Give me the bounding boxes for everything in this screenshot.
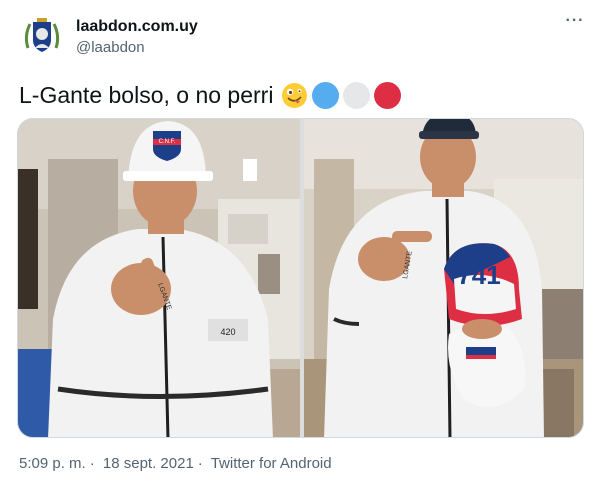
photo-left[interactable]: 420 C.N.F. LGANTE <box>18 119 300 437</box>
tweet-body: L-Gante bolso, o no perri <box>19 81 274 108</box>
tweet-metadata: 5:09 p. m. · 18 sept. 2021 · Twitter for A… <box>19 455 336 472</box>
meta-separator: · <box>89 455 95 472</box>
tweet-date[interactable]: 18 sept. 2021 <box>103 455 194 472</box>
cap-number-text: 741 <box>457 260 500 290</box>
tweet-card: laabdon.com.uy @laabdon ··· L-Gante bols… <box>0 0 600 489</box>
meta-separator: · <box>197 455 203 472</box>
tweet-source[interactable]: Twitter for Android <box>211 455 332 472</box>
photo-right[interactable]: LGANTE 741 <box>304 119 583 437</box>
tweet-text: L-Gante bolso, o no perri <box>19 79 402 111</box>
zany-face-emoji <box>281 82 308 109</box>
club-crest-icon <box>19 13 65 59</box>
tweet-time[interactable]: 5:09 p. m. <box>19 455 86 472</box>
emoji-group <box>281 81 402 109</box>
author-handle[interactable]: @laabdon <box>76 39 145 56</box>
author-display-name[interactable]: laabdon.com.uy <box>76 18 198 36</box>
blue-circle-emoji <box>312 81 340 109</box>
more-options-icon[interactable]: ··· <box>563 13 587 34</box>
red-circle-emoji <box>374 81 402 109</box>
media-grid: 420 C.N.F. LGANTE LGANTE 741 <box>17 118 584 438</box>
cap-badge-text: C.N.F. <box>159 139 176 145</box>
white-circle-emoji <box>343 81 371 109</box>
jacket-patch-text: 420 <box>220 327 235 337</box>
author-avatar[interactable] <box>18 12 66 60</box>
